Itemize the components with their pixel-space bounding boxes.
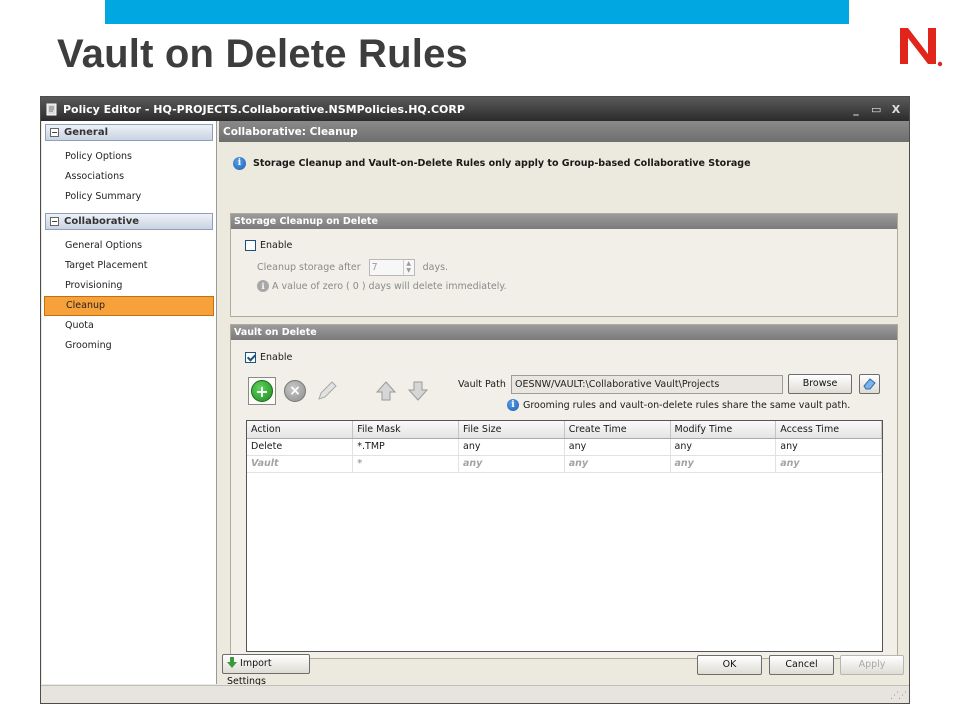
sidebar-item-target-placement[interactable]: Target Placement (42, 256, 216, 276)
close-button[interactable]: X (891, 103, 901, 116)
cell-file-mask: *.TMP (352, 438, 459, 456)
sidebar-item-general-options[interactable]: General Options (42, 236, 216, 256)
column-header-access-time[interactable]: Access Time (775, 421, 882, 439)
cell-create-time: any (564, 455, 671, 473)
pencil-icon (318, 381, 337, 400)
cell-action: Delete (247, 438, 354, 456)
cancel-button[interactable]: Cancel (769, 655, 834, 675)
info-icon: i (257, 280, 269, 292)
table-row[interactable]: Delete *.TMP any any any any (247, 438, 882, 456)
browse-button[interactable]: Browse (788, 374, 852, 394)
apply-button[interactable]: Apply (840, 655, 904, 675)
resize-grip-icon[interactable]: ⋰⋰ (890, 691, 907, 701)
slide-title: Vault on Delete Rules (57, 32, 468, 76)
collapse-icon[interactable]: − (50, 217, 59, 226)
move-down-button[interactable] (404, 377, 432, 405)
cell-file-size: any (458, 455, 565, 473)
table-row[interactable]: Vault * any any any any (247, 455, 882, 473)
vault-path-note: Grooming rules and vault-on-delete rules… (523, 399, 851, 411)
cleanup-days-unit: days. (422, 262, 449, 273)
add-rule-button[interactable]: + (248, 377, 276, 405)
vault-path-label: Vault Path (458, 379, 506, 390)
cell-file-mask: * (352, 455, 459, 473)
sidebar-section-collaborative[interactable]: − Collaborative (45, 213, 213, 230)
sidebar-item-policy-options[interactable]: Policy Options (42, 147, 216, 167)
group-title: Vault on Delete (231, 325, 897, 340)
arrow-up-icon (375, 381, 397, 401)
move-up-button[interactable] (372, 377, 400, 405)
sidebar-item-grooming[interactable]: Grooming (42, 336, 216, 356)
sidebar-section-label: Collaborative (64, 216, 140, 227)
download-arrow-icon (227, 657, 237, 668)
cell-modify-time: any (670, 438, 777, 456)
cell-access-time: any (775, 455, 882, 473)
window-titlebar: Policy Editor - HQ-PROJECTS.Collaborativ… (41, 97, 909, 121)
vault-on-delete-group: Vault on Delete Enable + × Vault Path OE… (230, 324, 898, 659)
cleanup-enable-checkbox[interactable] (245, 240, 256, 251)
cell-access-time: any (775, 438, 882, 456)
policy-editor-window: Policy Editor - HQ-PROJECTS.Collaborativ… (40, 96, 910, 704)
sidebar-section-general[interactable]: − General (45, 124, 213, 141)
info-text: Storage Cleanup and Vault-on-Delete Rule… (253, 158, 751, 169)
cell-action: Vault (247, 455, 354, 473)
spinner-arrows-icon[interactable]: ▲ ▼ (402, 260, 414, 275)
vault-path-field[interactable]: OESNW/VAULT:\Collaborative Vault\Project… (511, 375, 783, 394)
column-header-action[interactable]: Action (247, 421, 354, 439)
plus-icon: + (251, 380, 273, 402)
sidebar-item-provisioning[interactable]: Provisioning (42, 276, 216, 296)
column-header-create-time[interactable]: Create Time (564, 421, 671, 439)
vault-rules-table: Action File Mask File Size Create Time M… (246, 420, 883, 652)
sidebar-item-quota[interactable]: Quota (42, 316, 216, 336)
sidebar-section-label: General (64, 127, 108, 138)
cleanup-note: A value of zero ( 0 ) days will delete i… (272, 280, 507, 292)
eraser-icon (862, 378, 876, 390)
cell-modify-time: any (670, 455, 777, 473)
sidebar-item-cleanup[interactable]: Cleanup (44, 296, 214, 316)
vault-enable-checkbox[interactable] (245, 352, 256, 363)
maximize-button[interactable]: ▭ (871, 103, 881, 116)
column-header-file-size[interactable]: File Size (458, 421, 565, 439)
column-header-file-mask[interactable]: File Mask (352, 421, 459, 439)
policy-editor-icon (46, 103, 57, 116)
cleanup-after-label: Cleanup storage after (257, 262, 361, 273)
content-header: Collaborative: Cleanup (219, 121, 909, 142)
info-icon: i (507, 399, 519, 411)
vault-enable-label: Enable (260, 352, 293, 363)
clear-path-button[interactable] (859, 374, 880, 394)
column-header-modify-time[interactable]: Modify Time (670, 421, 777, 439)
info-icon: i (233, 157, 246, 170)
import-settings-button[interactable]: Import Settings (222, 654, 310, 687)
ok-button[interactable]: OK (697, 655, 762, 675)
sidebar-item-policy-summary[interactable]: Policy Summary (42, 187, 216, 207)
storage-cleanup-group: Storage Cleanup on Delete Enable Cleanup… (230, 213, 898, 317)
info-message: i Storage Cleanup and Vault-on-Delete Ru… (233, 157, 751, 170)
status-bar: ⋰⋰ (41, 685, 909, 703)
group-title: Storage Cleanup on Delete (231, 214, 897, 229)
main-content: Collaborative: Cleanup i Storage Cleanup… (219, 121, 909, 684)
cleanup-enable-label: Enable (260, 240, 293, 251)
novell-logo (900, 28, 943, 67)
top-accent-bar (105, 0, 849, 24)
arrow-down-icon (407, 381, 429, 401)
remove-icon: × (284, 380, 306, 402)
sidebar: − General Policy Options Associations Po… (42, 121, 217, 684)
table-header-row: Action File Mask File Size Create Time M… (247, 421, 882, 439)
collapse-icon[interactable]: − (50, 128, 59, 137)
sidebar-item-associations[interactable]: Associations (42, 167, 216, 187)
window-title: Policy Editor - HQ-PROJECTS.Collaborativ… (63, 102, 465, 116)
remove-rule-button[interactable]: × (281, 377, 309, 405)
minimize-button[interactable]: _ (851, 103, 861, 116)
cell-file-size: any (458, 438, 565, 456)
cell-create-time: any (564, 438, 671, 456)
cleanup-days-stepper[interactable]: 7 ▲ ▼ (368, 259, 415, 276)
edit-rule-button[interactable] (313, 377, 341, 405)
